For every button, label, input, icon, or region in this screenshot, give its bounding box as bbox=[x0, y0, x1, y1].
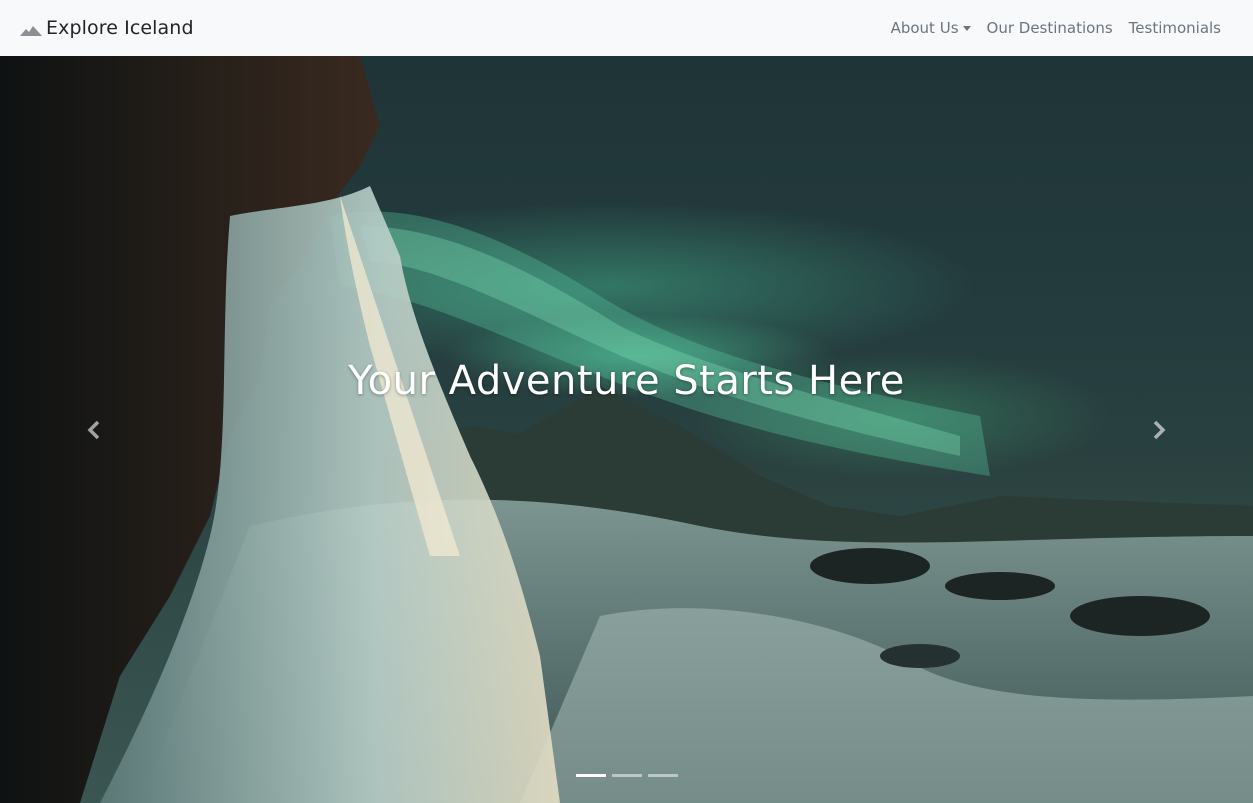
carousel-next-button[interactable] bbox=[1065, 56, 1253, 803]
nav-testimonials[interactable]: Testimonials bbox=[1121, 19, 1229, 37]
chevron-right-icon bbox=[1153, 420, 1166, 439]
navbar: Explore Iceland About Us Our Destination… bbox=[0, 0, 1253, 56]
mountain-icon bbox=[20, 21, 42, 36]
brand-name: Explore Iceland bbox=[46, 17, 194, 39]
brand-link[interactable]: Explore Iceland bbox=[20, 17, 194, 39]
nav-testimonials-label: Testimonials bbox=[1128, 19, 1221, 37]
nav-our-destinations[interactable]: Our Destinations bbox=[979, 19, 1121, 37]
nav-about-us-label: About Us bbox=[890, 19, 959, 37]
carousel-indicator-3[interactable] bbox=[647, 774, 678, 777]
nav-links: About Us Our Destinations Testimonials bbox=[883, 19, 1229, 37]
nav-our-destinations-label: Our Destinations bbox=[986, 19, 1113, 37]
carousel-indicator-2[interactable] bbox=[611, 774, 642, 777]
caret-down-icon bbox=[962, 25, 971, 31]
nav-about-us-dropdown[interactable]: About Us bbox=[883, 19, 979, 37]
carousel-prev-button[interactable] bbox=[0, 56, 188, 803]
carousel-indicators bbox=[0, 774, 1253, 777]
hero-headline: Your Adventure Starts Here bbox=[348, 358, 905, 404]
hero-carousel: Your Adventure Starts Here bbox=[0, 56, 1253, 803]
carousel-indicator-1[interactable] bbox=[575, 774, 606, 777]
chevron-left-icon bbox=[87, 420, 100, 439]
